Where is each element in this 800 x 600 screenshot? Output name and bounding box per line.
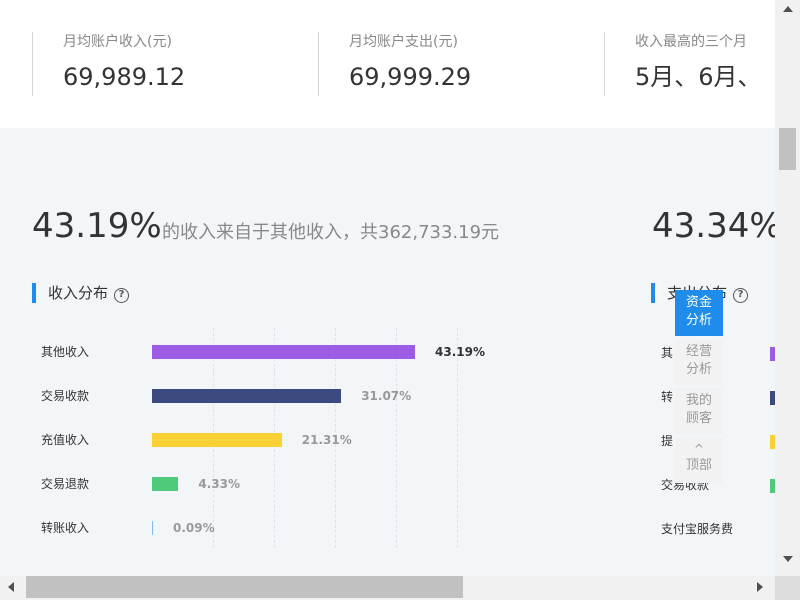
chart-category-label: 转账收入 [41,521,90,535]
horizontal-scroll-thumb[interactable] [26,576,463,598]
income-description: 的收入来自于其他收入，共362,733.19元 [162,222,500,243]
scrollbar-corner [775,576,800,600]
help-icon[interactable]: ? [114,288,130,303]
chevron-up-icon: ^ [693,442,705,456]
chart-category-label: 交易退款 [41,477,90,491]
nav-label: 经营 [685,344,712,359]
stat-value: 69,999.29 [349,63,472,91]
chart-bar [152,521,153,535]
income-section-label: 收入分布 [48,284,109,302]
vertical-scroll-thumb[interactable] [779,128,796,170]
chart-value-label: 0.09% [173,521,215,535]
expense-category: 其 [661,346,674,360]
nav-label: 我的 [685,393,712,408]
expense-top-percent: 43.34% [652,206,775,246]
vertical-scrollbar[interactable] [775,0,800,576]
stat-monthly-expense: 月均账户支出(元) 69,999.29 [318,32,471,96]
chart-value-label: 31.07% [361,389,412,403]
scroll-up-icon[interactable] [783,6,793,12]
analysis-content: 43.19% 的收入来自于其他收入，共362,733.19元 43.34% 收入… [0,128,775,576]
nav-label: 顾客 [685,411,712,426]
stat-label: 月均账户收入(元) [63,34,172,50]
floating-nav: 资金 分析 经营 分析 我的 顾客 ^ 顶部 [675,290,723,486]
chart-bar [152,345,415,359]
summary-stats: 月均账户收入(元) 69,989.12 月均账户支出(元) 69,999.29 … [0,0,775,128]
nav-business-analysis[interactable]: 经营 分析 [675,339,723,385]
chart-row: 交易收款 31.07% [0,386,520,406]
income-distribution-chart: 其他收入 43.19% 交易收款 31.07% 充值收入 21.31% 交易退款 4.33% 转… [0,328,520,548]
income-top-percent: 43.19% [32,206,162,246]
nav-label: 资金 [685,295,712,310]
help-icon[interactable]: ? [733,288,749,303]
chart-category-label: 充值收入 [41,433,90,447]
expense-category: 支付宝服务费 [661,522,734,536]
nav-fund-analysis[interactable]: 资金 分析 [675,290,723,336]
chart-row: 转账收入 0.09% [0,518,520,538]
chart-category-label: 其他收入 [41,345,90,359]
nav-my-customers[interactable]: 我的 顾客 [675,388,723,434]
stat-label: 月均账户支出(元) [349,34,458,50]
expense-category: 转 [661,390,674,404]
horizontal-scrollbar[interactable] [0,576,775,600]
chart-value-label: 4.33% [198,477,240,491]
chart-bar [152,433,282,447]
page-viewport: 月均账户收入(元) 69,989.12 月均账户支出(元) 69,999.29 … [0,0,775,576]
chart-row: 其他收入 43.19% [0,342,520,362]
chart-bar [152,477,179,491]
chart-row: 充值收入 21.31% [0,430,520,450]
nav-label: 分析 [685,313,712,328]
stat-value: 69,989.12 [63,63,186,91]
scroll-left-icon[interactable] [8,582,14,592]
chart-value-label: 21.31% [301,433,352,447]
income-section-title: 收入分布? [32,283,130,303]
chart-bar [152,389,342,403]
chart-row: 交易退款 4.33% [0,474,520,494]
stat-monthly-income: 月均账户收入(元) 69,989.12 [32,32,185,96]
nav-back-to-top[interactable]: ^ 顶部 [675,437,723,483]
stat-label: 收入最高的三个月 [635,34,747,50]
stat-top-months: 收入最高的三个月 5月、6月、 [604,32,762,96]
stat-value: 5月、6月、 [635,63,762,91]
nav-label: 顶部 [685,458,712,473]
chart-value-label: 43.19% [435,345,485,359]
scroll-right-icon[interactable] [757,582,763,592]
chart-category-label: 交易收款 [41,389,90,403]
nav-label: 分析 [685,362,712,377]
expense-category: 提 [661,434,674,448]
scroll-down-icon[interactable] [783,556,793,562]
